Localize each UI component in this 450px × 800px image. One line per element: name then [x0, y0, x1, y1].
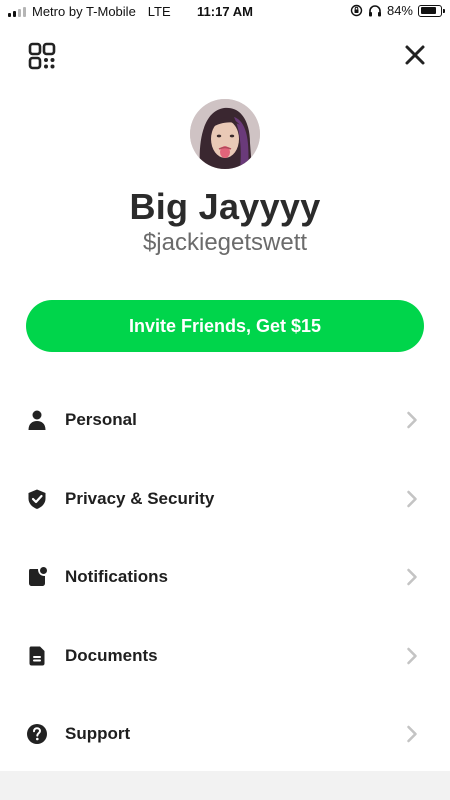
profile-name: Big Jayyyy — [129, 186, 321, 227]
menu-item-support[interactable]: Support — [0, 695, 450, 774]
chevron-right-icon — [407, 725, 417, 743]
account-screen: Metro by T-Mobile LTE 11:17 AM 84% Big J… — [0, 0, 450, 800]
chevron-right-icon — [407, 411, 417, 429]
menu-item-label: Personal — [65, 410, 137, 430]
orientation-lock-icon — [350, 4, 363, 17]
profile-cashtag: $jackiegetswett — [142, 229, 308, 256]
avatar-photo — [190, 99, 260, 169]
document-icon — [29, 646, 45, 666]
menu-item-personal[interactable]: Personal — [0, 381, 450, 460]
qr-code-icon[interactable] — [28, 42, 56, 70]
bottom-scroll-edge — [0, 771, 450, 800]
menu-item-label: Documents — [65, 645, 158, 665]
menu-item-label: Support — [65, 724, 131, 744]
status-right: 84% — [350, 3, 445, 18]
chevron-right-icon — [407, 490, 417, 508]
menu-item-privacy-security[interactable]: Privacy & Security — [0, 460, 450, 539]
menu-item-notifications[interactable]: Notifications — [0, 538, 450, 617]
menu-item-label: Notifications — [65, 567, 168, 587]
battery-icon — [418, 4, 445, 17]
chevron-right-icon — [407, 647, 417, 665]
chevron-right-icon — [407, 568, 417, 586]
shield-check-icon — [28, 489, 46, 509]
close-icon[interactable] — [404, 44, 426, 66]
person-icon — [28, 410, 46, 431]
settings-menu: Personal Privacy & Security Notification… — [0, 381, 450, 774]
headphones-icon — [368, 5, 381, 17]
battery-fill — [420, 7, 437, 14]
invite-friends-button[interactable]: Invite Friends, Get $15 — [26, 300, 424, 352]
menu-item-documents[interactable]: Documents — [0, 617, 450, 696]
menu-item-label: Privacy & Security — [65, 488, 215, 508]
notification-badge-icon — [29, 567, 47, 587]
avatar[interactable] — [190, 99, 260, 169]
status-bar: Metro by T-Mobile LTE 11:17 AM 84% — [0, 0, 450, 24]
battery-percent: 84% — [386, 3, 413, 18]
question-circle-icon — [27, 724, 47, 745]
